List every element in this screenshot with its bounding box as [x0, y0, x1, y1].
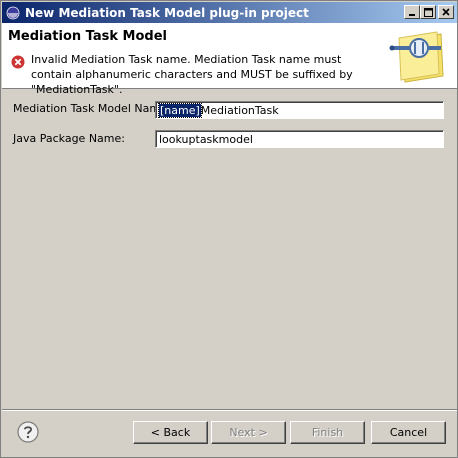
- error-message: Invalid Mediation Task name. Mediation T…: [31, 53, 353, 96]
- window-title: New Mediation Task Model plug-in project: [25, 5, 309, 20]
- next-button[interactable]: Next >: [211, 421, 286, 444]
- title-bar[interactable]: New Mediation Task Model plug-in project: [2, 2, 457, 23]
- wizard-dialog: New Mediation Task Model plug-in project…: [0, 0, 458, 458]
- task-name-selected-text: [name]: [158, 102, 202, 118]
- maximize-button[interactable]: [420, 5, 436, 19]
- mediation-task-wizard-icon: [389, 31, 444, 83]
- back-button[interactable]: < Back: [133, 421, 208, 444]
- footer-separator: [2, 409, 457, 411]
- close-icon: [442, 8, 450, 16]
- task-name-input[interactable]: [name] MediationTask: [155, 101, 444, 119]
- wizard-header: Mediation Task Model Invalid Mediation T…: [2, 23, 457, 96]
- package-name-value: lookuptaskmodel: [159, 132, 253, 146]
- task-name-suffix-text: MediationTask: [200, 103, 279, 117]
- task-name-label: Mediation Task Model Name:: [13, 102, 171, 115]
- minimize-button[interactable]: [404, 5, 420, 19]
- close-button[interactable]: [438, 5, 454, 19]
- maximize-icon: [423, 7, 433, 17]
- error-icon: [11, 55, 25, 69]
- cancel-button[interactable]: Cancel: [371, 421, 446, 444]
- help-icon[interactable]: [17, 421, 39, 443]
- package-name-input[interactable]: lookuptaskmodel: [155, 130, 444, 148]
- page-title: Mediation Task Model: [8, 29, 167, 44]
- package-name-label: Java Package Name:: [13, 132, 125, 145]
- minimize-icon: [409, 14, 415, 16]
- finish-button[interactable]: Finish: [290, 421, 365, 444]
- eclipse-app-icon: [5, 5, 21, 21]
